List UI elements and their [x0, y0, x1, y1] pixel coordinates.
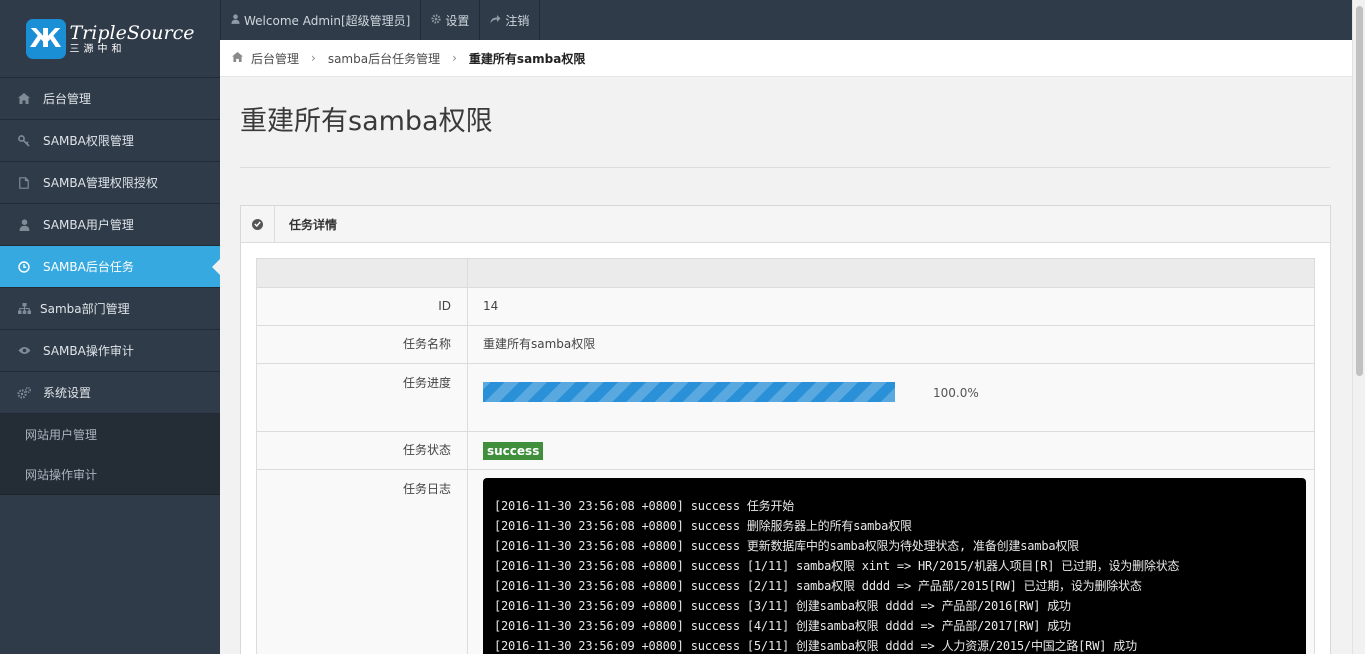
- welcome-user-link[interactable]: Welcome Admin[超级管理员]: [220, 0, 422, 40]
- sidebar-item-system-settings[interactable]: 系统设置: [0, 372, 220, 414]
- log-line: [2016-11-30 23:56:08 +0800] success 更新数据…: [494, 539, 1079, 553]
- sidebar-item-label: SAMBA后台任务: [43, 260, 134, 274]
- task-detail-table: ID 14 任务名称 重建所有samba权限 任务进度 100.0% 任务状态 …: [256, 258, 1315, 654]
- task-status-label: 任务状态: [257, 432, 468, 469]
- sidebar-item-label: SAMBA操作审计: [43, 344, 134, 358]
- clock-icon: [17, 260, 31, 274]
- task-log-console: [2016-11-30 23:56:08 +0800] success 任务开始…: [483, 478, 1306, 654]
- sitemap-icon: [17, 302, 31, 316]
- sidebar-item-samba-dept[interactable]: Samba部门管理: [0, 288, 220, 330]
- panel-header: 任务详情: [241, 206, 1330, 243]
- top-navbar: Welcome Admin[超级管理员] 设置 注销: [220, 0, 1352, 40]
- chevron-right-icon: ›: [311, 51, 316, 65]
- progress-percent: 100.0%: [933, 386, 979, 400]
- key-icon: [17, 134, 31, 148]
- log-line: [2016-11-30 23:56:08 +0800] success [2/1…: [494, 579, 1142, 593]
- sidebar-item-label: SAMBA权限管理: [43, 134, 134, 148]
- log-line: [2016-11-30 23:56:08 +0800] success 任务开始: [494, 499, 795, 513]
- chevron-right-icon: ›: [452, 51, 457, 65]
- log-line: [2016-11-30 23:56:08 +0800] success [1/1…: [494, 559, 1180, 573]
- table-row: ID 14: [257, 288, 1314, 326]
- sidebar-item-samba-users[interactable]: SAMBA用户管理: [0, 204, 220, 246]
- sidebar-item-label: SAMBA管理权限授权: [43, 176, 158, 190]
- sidebar-subitem-site-audit[interactable]: 网站操作审计: [0, 454, 220, 494]
- table-row: 任务进度 100.0%: [257, 364, 1314, 432]
- breadcrumb: 后台管理 › samba后台任务管理 › 重建所有samba权限: [220, 40, 1352, 77]
- gears-icon: [17, 386, 31, 400]
- log-line: [2016-11-30 23:56:09 +0800] success [4/1…: [494, 619, 1071, 633]
- breadcrumb-parent-link[interactable]: samba后台任务管理: [328, 50, 440, 67]
- panel-title: 任务详情: [289, 217, 338, 232]
- sidebar-item-samba-perm[interactable]: SAMBA权限管理: [0, 120, 220, 162]
- logout-icon: [490, 14, 501, 27]
- user-icon: [231, 13, 240, 27]
- log-line: [2016-11-30 23:56:09 +0800] success [5/1…: [494, 639, 1137, 653]
- sidebar-submenu: 网站用户管理 网站操作审计: [0, 414, 220, 495]
- log-line: [2016-11-30 23:56:09 +0800] success [3/1…: [494, 599, 1071, 613]
- sidebar-item-label: 后台管理: [43, 92, 92, 106]
- table-row: 任务名称 重建所有samba权限: [257, 326, 1314, 364]
- sidebar: Ж TripleSource 三源中和 后台管理 SAMBA权限管理 SAMBA…: [0, 0, 220, 654]
- sidebar-item-samba-audit[interactable]: SAMBA操作审计: [0, 330, 220, 372]
- task-name-value: 重建所有samba权限: [468, 326, 1314, 363]
- main-content: 重建所有samba权限 任务详情 ID 14 任务名称 重建所有samba权限: [220, 77, 1352, 654]
- eye-icon: [17, 344, 31, 358]
- user-icon: [17, 218, 31, 232]
- gear-icon: [431, 13, 441, 27]
- title-divider: [240, 167, 1330, 168]
- task-progress-label: 任务进度: [257, 364, 468, 431]
- logo-text-cn: 三源中和: [69, 43, 126, 55]
- table-header-row: [257, 259, 1314, 288]
- logout-link[interactable]: 注销: [480, 0, 541, 40]
- scrollbar-thumb[interactable]: [1356, 6, 1363, 376]
- task-detail-panel: 任务详情 ID 14 任务名称 重建所有samba权限 任务进度 100.0%: [240, 205, 1331, 654]
- id-label: ID: [257, 288, 468, 325]
- check-circle-icon: [241, 206, 275, 242]
- settings-link[interactable]: 设置: [421, 0, 481, 40]
- table-row: 任务状态 success: [257, 432, 1314, 470]
- settings-label: 设置: [445, 13, 470, 28]
- sidebar-item-admin[interactable]: 后台管理: [0, 78, 220, 120]
- progress-bar: [483, 382, 895, 402]
- logo[interactable]: Ж TripleSource 三源中和: [0, 0, 220, 78]
- page-title: 重建所有samba权限: [240, 106, 493, 137]
- status-badge: success: [483, 441, 544, 460]
- breadcrumb-current: 重建所有samba权限: [468, 51, 586, 66]
- id-value: 14: [468, 288, 1314, 325]
- sidebar-item-label: Samba部门管理: [40, 302, 130, 316]
- logo-mark: Ж: [25, 18, 66, 59]
- logout-label: 注销: [505, 13, 530, 28]
- file-icon: [17, 176, 31, 190]
- task-log-label: 任务日志: [257, 470, 468, 654]
- breadcrumb-home-link[interactable]: 后台管理: [251, 50, 299, 67]
- home-icon: [17, 92, 31, 106]
- home-icon: [232, 51, 243, 65]
- table-row: 任务日志 [2016-11-30 23:56:08 +0800] success…: [257, 470, 1314, 654]
- sidebar-item-samba-grant[interactable]: SAMBA管理权限授权: [0, 162, 220, 204]
- welcome-label: Welcome Admin[超级管理员]: [244, 13, 411, 28]
- logo-text-en: TripleSource: [69, 21, 195, 44]
- log-line: [2016-11-30 23:56:08 +0800] success 删除服务…: [494, 519, 912, 533]
- page-scrollbar[interactable]: [1352, 0, 1365, 654]
- task-name-label: 任务名称: [257, 326, 468, 363]
- sidebar-subitem-site-users[interactable]: 网站用户管理: [0, 414, 220, 454]
- sidebar-item-label: SAMBA用户管理: [43, 218, 134, 232]
- sidebar-item-samba-tasks[interactable]: SAMBA后台任务: [0, 246, 220, 288]
- sidebar-item-label: 系统设置: [43, 386, 92, 400]
